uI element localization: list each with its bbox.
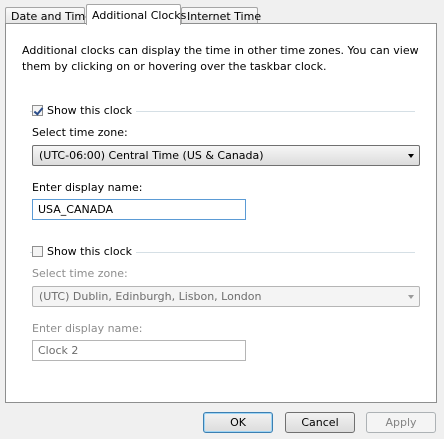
ok-button[interactable]: OK: [203, 412, 273, 433]
clock2-name-input[interactable]: Clock 2: [32, 340, 246, 361]
additional-clocks-panel: Additional clocks can display the time i…: [5, 23, 437, 403]
clock2-timezone-select[interactable]: (UTC) Dublin, Edinburgh, Lisbon, London: [32, 286, 420, 307]
clock1-show-label: Show this clock: [47, 104, 132, 117]
chevron-down-icon: [408, 295, 414, 299]
clock1-name-label: Enter display name:: [32, 181, 143, 194]
apply-button[interactable]: Apply: [366, 412, 436, 433]
clock2-timezone-value: (UTC) Dublin, Edinburgh, Lisbon, London: [39, 290, 262, 303]
tab-internet-time[interactable]: Internet Time: [181, 7, 261, 24]
clock1-name-input[interactable]: USA_CANADA: [32, 199, 246, 220]
tab-strip: Date and Time Additional Clocks Internet…: [5, 4, 437, 25]
clock2-show-row[interactable]: Show this clock: [32, 245, 136, 258]
cancel-button[interactable]: Cancel: [285, 412, 355, 433]
clock2-show-checkbox[interactable]: [32, 246, 43, 257]
chevron-down-icon: [408, 154, 414, 158]
clock1-timezone-label: Select time zone:: [32, 126, 128, 139]
clock1-timezone-value: (UTC-06:00) Central Time (US & Canada): [39, 149, 264, 162]
tab-date-and-time[interactable]: Date and Time: [5, 7, 92, 24]
tab-additional-clocks[interactable]: Additional Clocks: [86, 4, 186, 25]
intro-text: Additional clocks can display the time i…: [22, 44, 419, 73]
clock2-show-label: Show this clock: [47, 245, 132, 258]
clock1-timezone-select[interactable]: (UTC-06:00) Central Time (US & Canada): [32, 145, 420, 166]
clock2-name-label: Enter display name:: [32, 322, 143, 335]
clock2-timezone-label: Select time zone:: [32, 267, 128, 280]
clock1-show-checkbox[interactable]: [32, 105, 43, 116]
clock1-show-row[interactable]: Show this clock: [32, 104, 136, 117]
